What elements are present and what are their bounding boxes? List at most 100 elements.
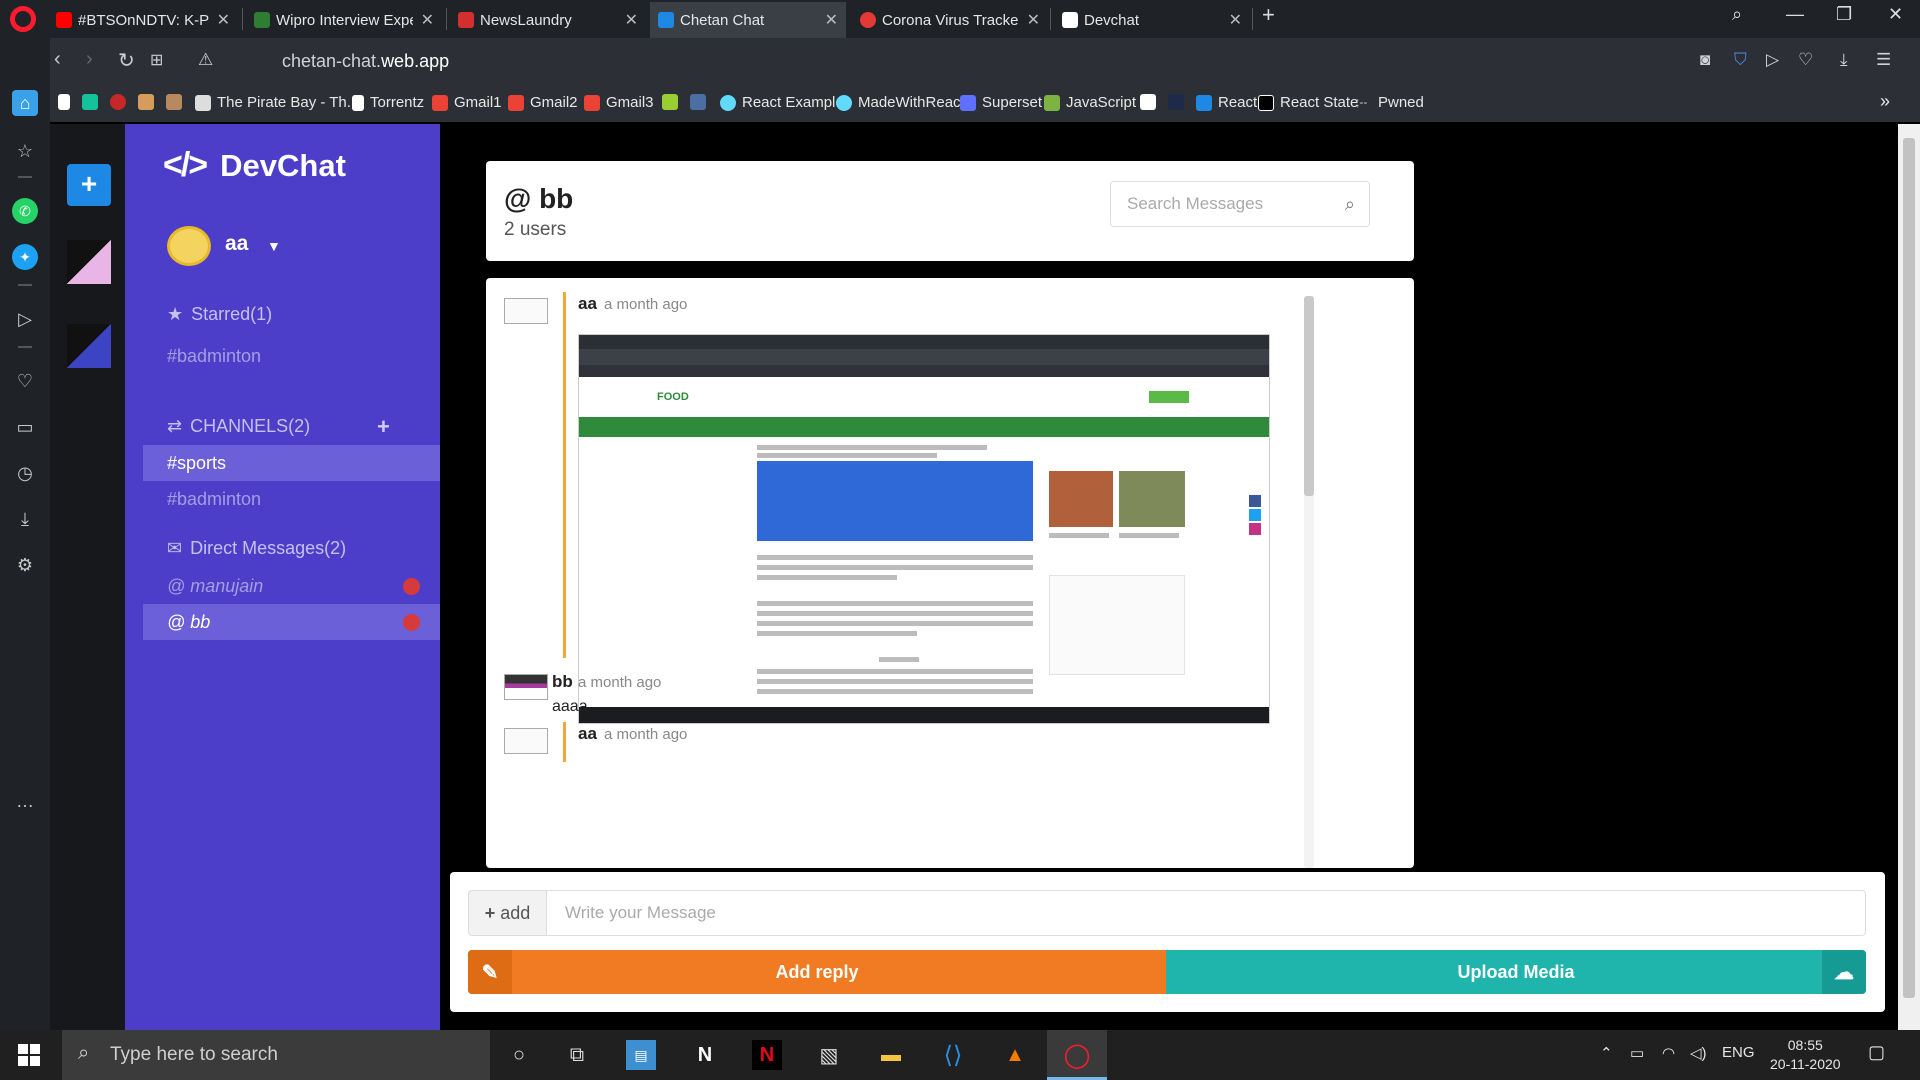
close-icon[interactable]: ✕ bbox=[625, 10, 638, 30]
bookmark-superset[interactable]: Superset bbox=[960, 94, 1042, 111]
star-icon[interactable]: ☆ bbox=[12, 138, 38, 164]
add-reply-button[interactable]: ✎ Add reply bbox=[468, 950, 1166, 994]
bookmark-react[interactable]: React bbox=[1196, 94, 1257, 111]
camera-icon[interactable]: ◙ bbox=[1700, 50, 1710, 70]
bookmark-react-state[interactable]: React State bbox=[1258, 94, 1358, 111]
close-icon[interactable]: ✕ bbox=[217, 10, 230, 30]
add-button[interactable]: + add bbox=[468, 890, 546, 936]
bookmark-d[interactable] bbox=[1168, 94, 1190, 110]
search-icon[interactable]: ⌕ bbox=[1345, 194, 1355, 215]
minimize-icon[interactable]: — bbox=[1786, 4, 1804, 25]
dm-item-bb[interactable]: @ bb bbox=[143, 604, 440, 640]
close-icon[interactable]: ✕ bbox=[421, 10, 434, 30]
bookmark-gmail2[interactable]: Gmail2 bbox=[508, 94, 578, 111]
speed-dial-icon[interactable]: ⊞ bbox=[150, 50, 163, 70]
bookmark-h[interactable] bbox=[1140, 94, 1162, 110]
scrollbar-thumb[interactable] bbox=[1304, 296, 1314, 496]
search-input[interactable] bbox=[1111, 182, 1331, 226]
page-scrollbar[interactable] bbox=[1898, 124, 1920, 1030]
send-icon[interactable]: ▷ bbox=[12, 306, 38, 332]
bookmark-gmail1[interactable]: Gmail1 bbox=[432, 94, 502, 111]
avatar[interactable] bbox=[167, 226, 211, 266]
dm-item-manujain[interactable]: @ manujain bbox=[143, 568, 440, 604]
bookmark-tumblr[interactable] bbox=[690, 94, 712, 110]
taskbar-search[interactable]: ⌕ Type here to search bbox=[62, 1030, 490, 1080]
bookmark-folder[interactable] bbox=[166, 94, 188, 110]
shield-icon[interactable]: ⛉ bbox=[1734, 50, 1747, 70]
notion-icon[interactable]: N bbox=[690, 1040, 720, 1070]
volume-icon[interactable]: ◁) bbox=[1690, 1044, 1707, 1062]
history-icon[interactable]: ◷ bbox=[12, 460, 38, 486]
upload-media-button[interactable]: Upload Media ☁ bbox=[1166, 950, 1866, 994]
windows-start-icon[interactable] bbox=[18, 1044, 40, 1066]
notifications-icon[interactable]: ▢ bbox=[1868, 1042, 1885, 1063]
bookmark-madewithreact[interactable]: MadeWithReact bbox=[836, 94, 965, 111]
cortana-icon[interactable]: ○ bbox=[504, 1040, 534, 1070]
search-tabs-icon[interactable]: ⌕ bbox=[1732, 4, 1742, 25]
bookmark-cat[interactable] bbox=[138, 94, 160, 110]
bookmark-owl[interactable] bbox=[662, 94, 684, 110]
tab-devchat[interactable]: Devchat ✕ bbox=[1054, 2, 1250, 38]
chevron-down-icon[interactable]: ▼ bbox=[267, 238, 281, 254]
netflix-icon[interactable]: N bbox=[752, 1040, 782, 1070]
new-tab-icon[interactable]: + bbox=[1262, 2, 1275, 28]
channel-item-sports[interactable]: #sports bbox=[143, 445, 440, 481]
wifi-icon[interactable]: ◠ bbox=[1662, 1044, 1675, 1062]
starred-item-badminton[interactable]: #badminton bbox=[143, 338, 440, 374]
opera-icon[interactable]: ◯ bbox=[1062, 1040, 1092, 1070]
heart-icon[interactable]: ♡ bbox=[12, 368, 38, 394]
window-close-icon[interactable]: ✕ bbox=[1888, 4, 1903, 25]
task-view-icon[interactable]: ⧉ bbox=[562, 1040, 592, 1070]
chevron-up-icon[interactable]: ⌃ bbox=[1600, 1044, 1613, 1062]
workspace-avatar[interactable] bbox=[67, 240, 111, 284]
download-icon[interactable]: ⤓ bbox=[1840, 50, 1848, 70]
bookmark-grammarly[interactable] bbox=[82, 94, 104, 110]
tab-btsonndtv[interactable]: #BTSOnNDTV: K-Pop Sensa ✕ bbox=[48, 2, 238, 38]
tab-corona-tracker[interactable]: Corona Virus Tracker ✕ bbox=[852, 2, 1048, 38]
forward-icon[interactable]: › bbox=[86, 48, 93, 71]
add-channel-icon[interactable]: + bbox=[377, 414, 390, 440]
back-icon[interactable]: ‹ bbox=[54, 48, 61, 71]
opera-logo-icon[interactable] bbox=[10, 6, 36, 32]
bookmark-piratebay[interactable]: The Pirate Bay - Th... bbox=[195, 94, 359, 111]
clock[interactable]: 08:55 20-11-2020 bbox=[1770, 1036, 1841, 1074]
user-name[interactable]: aa bbox=[225, 232, 248, 256]
bookmark-doc[interactable] bbox=[58, 94, 76, 110]
settings-icon[interactable]: ⚙ bbox=[12, 552, 38, 578]
workspace-avatar[interactable] bbox=[67, 324, 111, 368]
message-input[interactable] bbox=[546, 890, 1866, 936]
tab-newslaundry[interactable]: NewsLaundry ✕ bbox=[450, 2, 646, 38]
home-icon[interactable]: ⌂ bbox=[12, 90, 38, 116]
bookmark-ninja[interactable] bbox=[110, 94, 132, 110]
restore-icon[interactable]: ❐ bbox=[1836, 4, 1852, 25]
heart-icon[interactable]: ♡ bbox=[1798, 50, 1813, 70]
photos-icon[interactable]: ▧ bbox=[814, 1040, 844, 1070]
folder-icon[interactable]: ▬ bbox=[876, 1040, 906, 1070]
send-icon[interactable]: ▷ bbox=[1766, 50, 1779, 70]
download-icon[interactable]: ⤓ bbox=[12, 506, 38, 532]
tabs-icon[interactable]: ▭ bbox=[12, 414, 38, 440]
bookmark-gmail3[interactable]: Gmail3 bbox=[584, 94, 654, 111]
more-bookmarks-icon[interactable]: » bbox=[1880, 91, 1890, 112]
scrollbar-thumb[interactable] bbox=[1903, 138, 1915, 998]
tab-wipro[interactable]: Wipro Interview Experience ✕ bbox=[246, 2, 442, 38]
url-field[interactable]: chetan-chat.web.app bbox=[282, 51, 449, 72]
easy-setup-icon[interactable]: ☰ bbox=[1876, 50, 1891, 70]
close-icon[interactable]: ✕ bbox=[1229, 10, 1242, 30]
warning-icon[interactable]: ⚠ bbox=[198, 50, 213, 70]
whatsapp-icon[interactable]: ✆ bbox=[12, 198, 38, 224]
twitter-icon[interactable]: ✦ bbox=[12, 244, 38, 270]
add-workspace-button[interactable]: + bbox=[67, 164, 111, 206]
bookmark-react-examples[interactable]: React Examples bbox=[720, 94, 851, 111]
vscode-icon[interactable]: ⟨⟩ bbox=[938, 1040, 968, 1070]
bookmark-torrentz[interactable]: Torrentz bbox=[352, 94, 424, 111]
language-indicator[interactable]: ENG bbox=[1722, 1044, 1755, 1061]
channel-item-badminton[interactable]: #badminton bbox=[143, 481, 440, 517]
bookmark-pwned[interactable]: ;-- Pwned bbox=[1356, 94, 1424, 111]
close-icon[interactable]: ✕ bbox=[1027, 10, 1040, 30]
reload-icon[interactable]: ↻ bbox=[118, 48, 135, 73]
more-icon[interactable]: … bbox=[12, 788, 38, 814]
message-image[interactable]: FOOD bbox=[578, 334, 1270, 724]
vlc-icon[interactable]: ▲ bbox=[1000, 1040, 1030, 1070]
close-icon[interactable]: ✕ bbox=[825, 10, 838, 30]
